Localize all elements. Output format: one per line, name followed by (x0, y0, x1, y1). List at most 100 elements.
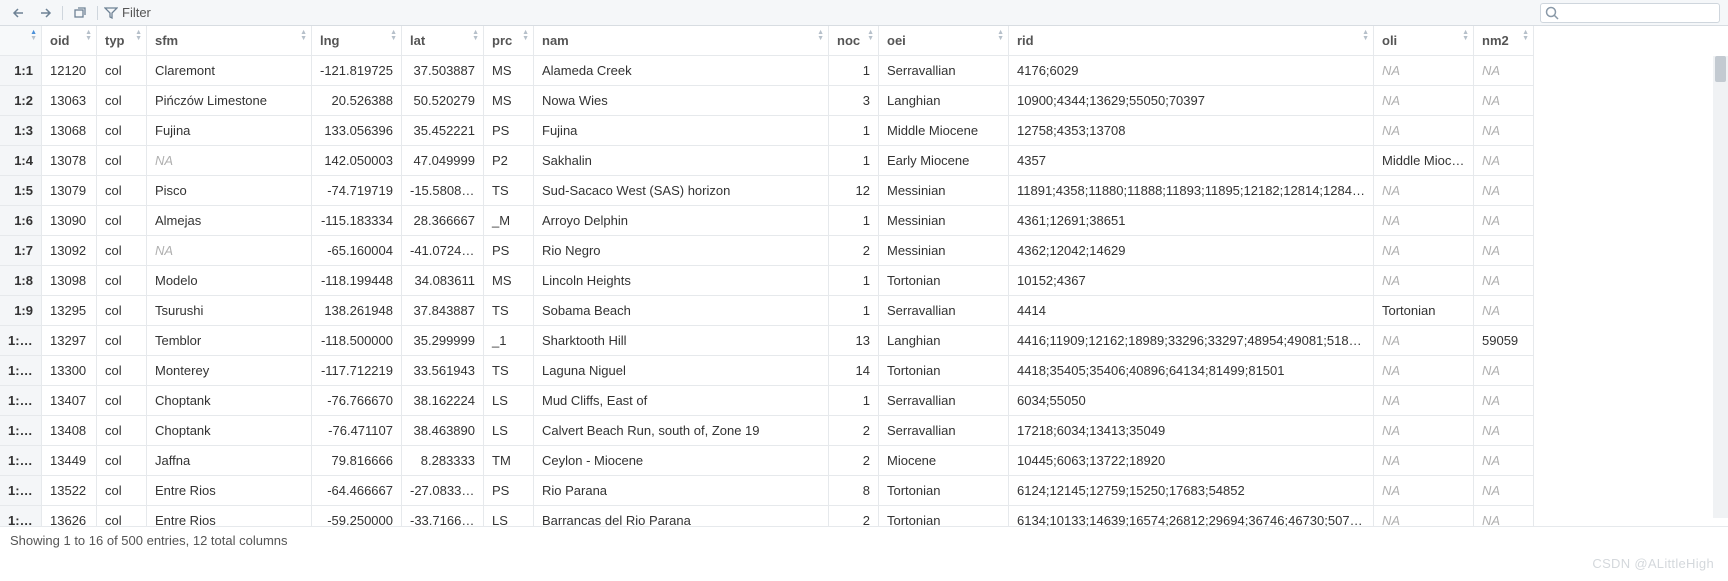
cell-oli: NA (1374, 416, 1474, 446)
cell-nm2: NA (1474, 506, 1534, 526)
sort-icon[interactable]: ▲▼ (300, 30, 307, 42)
toolbar-separator (62, 6, 63, 20)
row-number[interactable]: 1:15 (0, 476, 42, 506)
cell-oei: Langhian (879, 326, 1009, 356)
cell-typ: col (97, 116, 147, 146)
filter-button[interactable]: Filter (104, 5, 151, 20)
row-number[interactable]: 1:16 (0, 506, 42, 526)
sort-icon[interactable]: ▲▼ (390, 30, 397, 42)
cell-lat: 47.049999 (402, 146, 484, 176)
sort-icon[interactable]: ▲▼ (817, 30, 824, 42)
row-number[interactable]: 1:5 (0, 176, 42, 206)
cell-nam: Arroyo Delphin (534, 206, 829, 236)
col-header-sfm[interactable]: sfm▲▼ (147, 26, 312, 56)
cell-lng: 133.056396 (312, 116, 402, 146)
col-header-nam[interactable]: nam▲▼ (534, 26, 829, 56)
cell-lat: 38.162224 (402, 386, 484, 416)
sort-icon[interactable]: ▲▼ (1462, 30, 1469, 42)
cell-noc: 1 (829, 146, 879, 176)
cell-lat: 28.366667 (402, 206, 484, 236)
cell-nam: Sud-Sacaco West (SAS) horizon (534, 176, 829, 206)
back-button[interactable] (8, 5, 30, 21)
col-header-typ[interactable]: typ▲▼ (97, 26, 147, 56)
cell-nm2: NA (1474, 266, 1534, 296)
popout-button[interactable] (69, 5, 91, 21)
cell-lng: 142.050003 (312, 146, 402, 176)
col-header-lat[interactable]: lat▲▼ (402, 26, 484, 56)
cell-prc: TM (484, 446, 534, 476)
cell-oid: 13092 (42, 236, 97, 266)
cell-prc: _1 (484, 326, 534, 356)
row-number[interactable]: 1:7 (0, 236, 42, 266)
sort-icon[interactable]: ▲▼ (472, 30, 479, 42)
search-input[interactable] (1540, 3, 1720, 23)
cell-sfm: Temblor (147, 326, 312, 356)
cell-nm2: 59059 (1474, 326, 1534, 356)
col-header-lng[interactable]: lng▲▼ (312, 26, 402, 56)
cell-noc: 3 (829, 86, 879, 116)
sort-icon[interactable]: ▲▼ (867, 30, 874, 42)
row-number[interactable]: 1:10 (0, 326, 42, 356)
cell-typ: col (97, 506, 147, 526)
col-header-noc[interactable]: noc▲▼ (829, 26, 879, 56)
cell-lat: 37.503887 (402, 56, 484, 86)
cell-rid: 17218;6034;13413;35049 (1009, 416, 1374, 446)
search-wrap (1540, 3, 1720, 23)
sort-icon[interactable]: ▲▼ (30, 30, 37, 42)
cell-sfm: NA (147, 236, 312, 266)
vertical-scrollbar[interactable] (1713, 56, 1728, 518)
cell-typ: col (97, 296, 147, 326)
row-number[interactable]: 1:2 (0, 86, 42, 116)
row-number[interactable]: 1:13 (0, 416, 42, 446)
cell-oli: NA (1374, 56, 1474, 86)
sort-icon[interactable]: ▲▼ (522, 30, 529, 42)
sort-icon[interactable]: ▲▼ (85, 30, 92, 42)
row-number[interactable]: 1:6 (0, 206, 42, 236)
cell-oid: 13090 (42, 206, 97, 236)
row-number[interactable]: 1:14 (0, 446, 42, 476)
row-number[interactable]: 1:12 (0, 386, 42, 416)
row-header-corner[interactable]: ▲▼ (0, 26, 42, 56)
col-header-oei[interactable]: oei▲▼ (879, 26, 1009, 56)
row-number[interactable]: 1:11 (0, 356, 42, 386)
cell-noc: 14 (829, 356, 879, 386)
cell-oid: 13098 (42, 266, 97, 296)
cell-lng: -117.712219 (312, 356, 402, 386)
row-number[interactable]: 1:4 (0, 146, 42, 176)
cell-sfm: Claremont (147, 56, 312, 86)
cell-nm2: NA (1474, 176, 1534, 206)
cell-lat: 35.299999 (402, 326, 484, 356)
sort-icon[interactable]: ▲▼ (135, 30, 142, 42)
sort-icon[interactable]: ▲▼ (997, 30, 1004, 42)
row-number[interactable]: 1:3 (0, 116, 42, 146)
cell-lat: 35.452221 (402, 116, 484, 146)
row-number[interactable]: 1:9 (0, 296, 42, 326)
cell-lat: -41.072498 (402, 236, 484, 266)
cell-nam: Sakhalin (534, 146, 829, 176)
sort-icon[interactable]: ▲▼ (1362, 30, 1369, 42)
col-header-oli[interactable]: oli▲▼ (1374, 26, 1474, 56)
cell-nm2: NA (1474, 476, 1534, 506)
cell-oli: Middle Miocene (1374, 146, 1474, 176)
row-number[interactable]: 1:8 (0, 266, 42, 296)
col-header-oid[interactable]: oid▲▼ (42, 26, 97, 56)
cell-noc: 1 (829, 266, 879, 296)
cell-nam: Barrancas del Rio Parana (534, 506, 829, 526)
col-header-rid[interactable]: rid▲▼ (1009, 26, 1374, 56)
cell-rid: 4357 (1009, 146, 1374, 176)
cell-lat: -33.716667 (402, 506, 484, 526)
row-number[interactable]: 1:1 (0, 56, 42, 86)
sort-icon[interactable]: ▲▼ (1522, 30, 1529, 42)
scrollbar-thumb[interactable] (1715, 56, 1726, 82)
cell-nam: Rio Parana (534, 476, 829, 506)
col-header-nm2[interactable]: nm2▲▼ (1474, 26, 1534, 56)
cell-nam: Fujina (534, 116, 829, 146)
cell-rid: 4414 (1009, 296, 1374, 326)
forward-button[interactable] (34, 5, 56, 21)
cell-oid: 13079 (42, 176, 97, 206)
cell-typ: col (97, 266, 147, 296)
col-header-prc[interactable]: prc▲▼ (484, 26, 534, 56)
cell-lat: 50.520279 (402, 86, 484, 116)
cell-noc: 2 (829, 236, 879, 266)
cell-lng: 138.261948 (312, 296, 402, 326)
